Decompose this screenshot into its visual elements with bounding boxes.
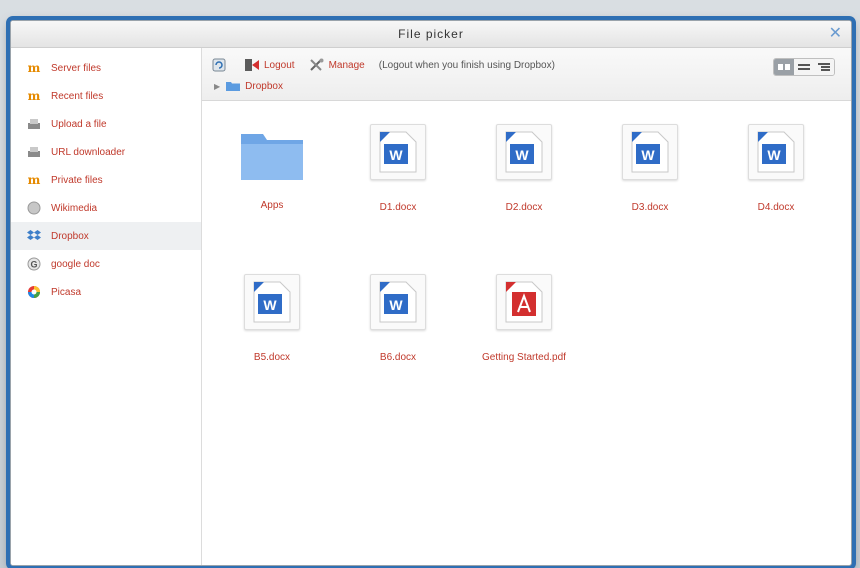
- url-icon: [27, 145, 41, 159]
- google-icon: G: [27, 257, 41, 271]
- file-tile-b6[interactable]: W B6.docx: [348, 274, 448, 363]
- file-name: B6.docx: [379, 352, 417, 363]
- tools-icon: [309, 58, 324, 71]
- tree-view-button[interactable]: [814, 59, 834, 75]
- sidebar-item-url-downloader[interactable]: URL downloader: [11, 138, 201, 166]
- dropbox-icon: [27, 229, 41, 243]
- word-doc-icon: W: [622, 124, 678, 180]
- sidebar-item-private-files[interactable]: m Private files: [11, 166, 201, 194]
- sidebar-item-label: Wikimedia: [51, 202, 98, 214]
- logout-button[interactable]: Logout: [244, 58, 295, 72]
- manage-label: Manage: [328, 59, 365, 71]
- moodle-icon: m: [27, 173, 41, 187]
- word-doc-icon: W: [244, 274, 300, 330]
- breadcrumb-label: Dropbox: [245, 80, 283, 92]
- close-icon[interactable]: ✕: [829, 21, 843, 47]
- sidebar-item-google-doc[interactable]: G google doc: [11, 250, 201, 278]
- word-doc-icon: W: [748, 124, 804, 180]
- file-name: Getting Started.pdf: [482, 352, 566, 363]
- sidebar-item-label: URL downloader: [51, 146, 126, 158]
- refresh-button[interactable]: [212, 58, 230, 72]
- sidebar-item-label: Dropbox: [51, 230, 89, 242]
- svg-text:G: G: [30, 260, 37, 270]
- sidebar-item-label: google doc: [51, 258, 100, 270]
- file-tile-b5[interactable]: W B5.docx: [222, 274, 322, 363]
- svg-text:W: W: [515, 147, 529, 163]
- file-name: D3.docx: [631, 202, 669, 213]
- picasa-icon: [27, 285, 41, 299]
- file-tile-d3[interactable]: W D3.docx: [600, 124, 700, 213]
- sidebar-item-server-files[interactable]: m Server files: [11, 54, 201, 82]
- dialog-title: File picker: [398, 27, 464, 41]
- sidebar-item-upload-a-file[interactable]: Upload a file: [11, 110, 201, 138]
- word-doc-icon: W: [370, 274, 426, 330]
- svg-text:W: W: [389, 297, 403, 313]
- wikimedia-icon: [27, 201, 41, 215]
- repository-sidebar: m Server files m Recent files Upload a f…: [11, 48, 202, 565]
- file-picker-dialog: File picker ✕ m Server files m Recent fi…: [10, 20, 852, 566]
- file-name: B5.docx: [253, 352, 291, 363]
- moodle-icon: m: [27, 61, 41, 75]
- file-name: D4.docx: [757, 202, 795, 213]
- file-name: D2.docx: [505, 202, 543, 213]
- sidebar-item-label: Picasa: [51, 286, 82, 298]
- moodle-icon: m: [27, 89, 41, 103]
- folder-icon: [239, 124, 305, 184]
- sidebar-item-picasa[interactable]: Picasa: [11, 278, 201, 306]
- breadcrumb[interactable]: ▶ Dropbox: [214, 80, 283, 92]
- icon-view-button[interactable]: [774, 59, 794, 75]
- sidebar-item-label: Upload a file: [51, 118, 107, 130]
- grid-icon: [778, 64, 790, 70]
- manage-button[interactable]: Manage: [309, 58, 365, 72]
- svg-text:W: W: [263, 297, 277, 313]
- logout-label: Logout: [264, 59, 295, 71]
- svg-text:W: W: [767, 147, 781, 163]
- word-doc-icon: W: [370, 124, 426, 180]
- file-name: D1.docx: [379, 202, 417, 213]
- logout-note: (Logout when you finish using Dropbox): [378, 59, 555, 71]
- toolbar: Logout Manage (Logout when you finish us…: [202, 48, 851, 101]
- file-tile-getting-started[interactable]: Getting Started.pdf: [474, 274, 574, 363]
- chevron-right-icon: ▶: [214, 81, 221, 91]
- main-panel: Logout Manage (Logout when you finish us…: [202, 48, 851, 565]
- file-tile-d4[interactable]: W D4.docx: [726, 124, 826, 213]
- list-view-button[interactable]: [794, 59, 814, 75]
- svg-text:W: W: [641, 147, 655, 163]
- upload-icon: [27, 117, 41, 131]
- refresh-icon: [212, 58, 226, 72]
- list-icon: [798, 64, 810, 70]
- dialog-titlebar: File picker ✕: [11, 21, 851, 48]
- sidebar-item-dropbox[interactable]: Dropbox: [11, 222, 201, 250]
- file-name: Apps: [260, 200, 284, 211]
- sidebar-item-wikimedia[interactable]: Wikimedia: [11, 194, 201, 222]
- file-tile-d2[interactable]: W D2.docx: [474, 124, 574, 213]
- sidebar-item-recent-files[interactable]: m Recent files: [11, 82, 201, 110]
- pdf-icon: [496, 274, 552, 330]
- file-tile-d1[interactable]: W D1.docx: [348, 124, 448, 213]
- logout-icon: [245, 59, 259, 71]
- word-doc-icon: W: [496, 124, 552, 180]
- svg-text:W: W: [389, 147, 403, 163]
- sidebar-item-label: Recent files: [51, 90, 104, 102]
- sidebar-item-label: Server files: [51, 62, 102, 74]
- file-tile-apps[interactable]: Apps: [222, 124, 322, 211]
- view-toggle: [773, 58, 835, 76]
- folder-icon: [226, 82, 241, 91]
- tree-icon: [818, 63, 830, 71]
- sidebar-item-label: Private files: [51, 174, 103, 186]
